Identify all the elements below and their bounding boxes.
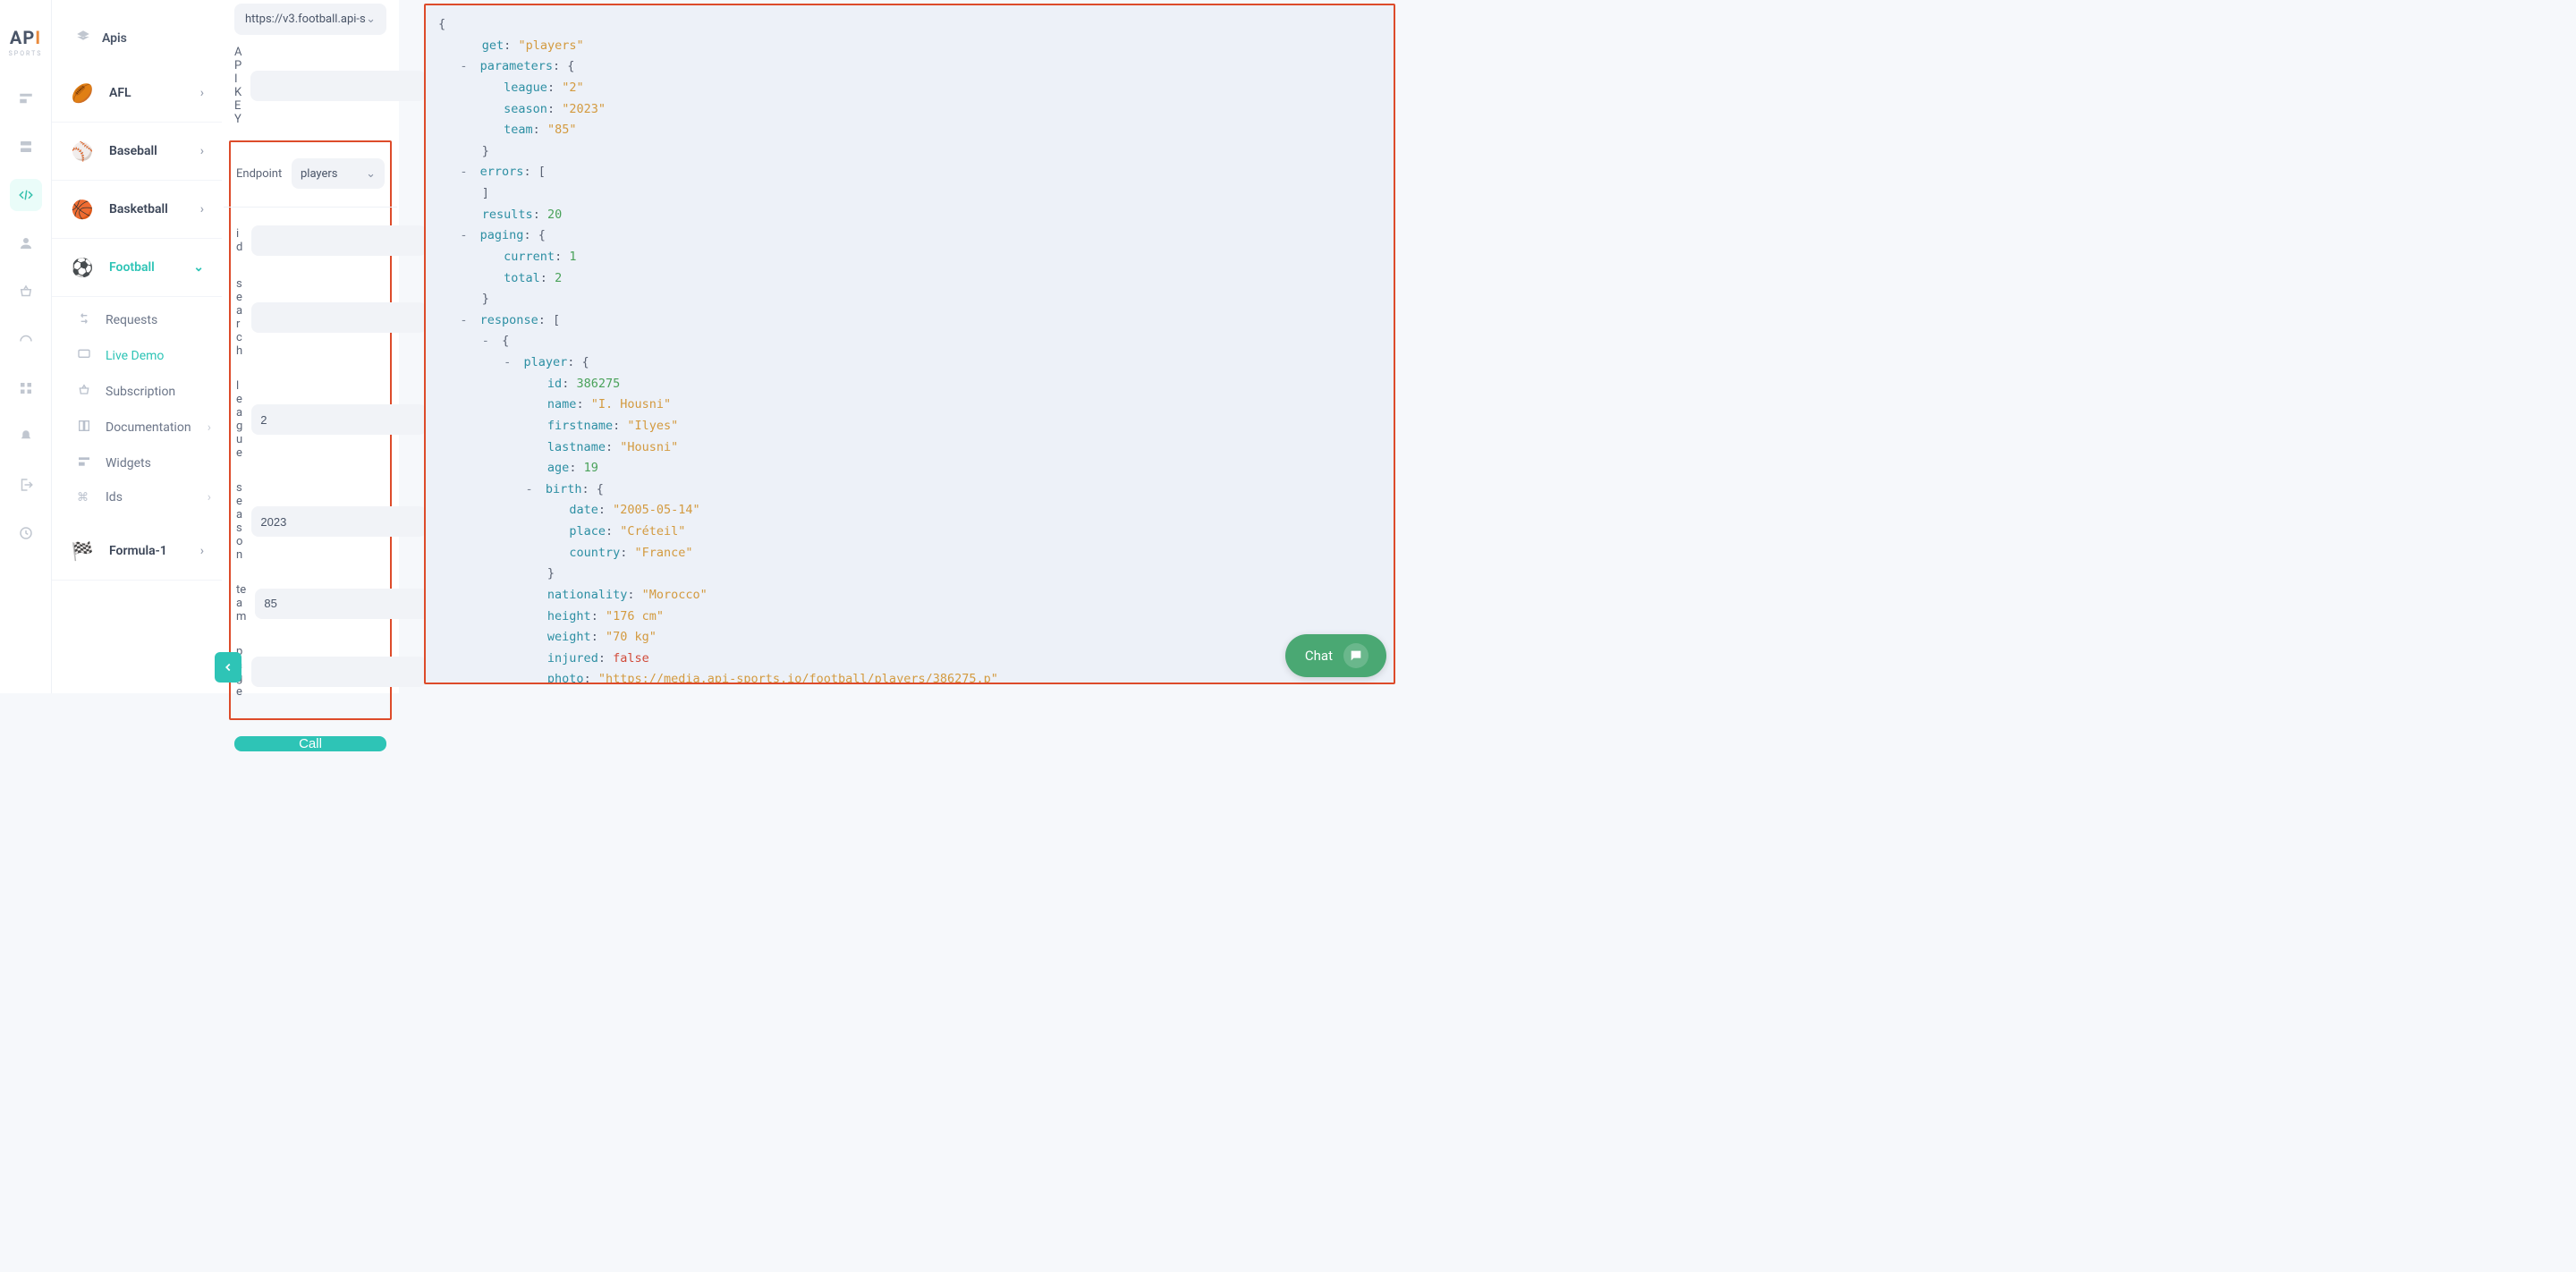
sidebar-subitem-label: Widgets: [106, 456, 151, 471]
layers-icon: [75, 29, 91, 48]
sidebar-subitem-subscription[interactable]: Subscription: [52, 374, 222, 410]
sport-emoji-icon: 🏁: [70, 538, 95, 564]
sport-emoji-icon: 🏀: [70, 197, 95, 222]
subitem-icon: [77, 383, 93, 401]
sidebar-item-label: Baseball: [109, 144, 157, 158]
chevron-right-icon: ›: [208, 420, 211, 435]
brand-logo: API SPORTS: [9, 27, 43, 57]
sidebar-subitem-label: Ids: [106, 490, 123, 505]
chevron-down-icon: ⌄: [366, 13, 376, 26]
sidebar-subitem-widgets[interactable]: Widgets: [52, 445, 222, 481]
sidebar-collapse-button[interactable]: [215, 652, 242, 683]
sidebar-item-label: Formula-1: [109, 544, 167, 558]
subitem-icon: [77, 419, 93, 437]
response-panel: { get: "players" - parameters: { league:…: [399, 0, 1404, 693]
sport-emoji-icon: 🏉: [70, 81, 95, 106]
dashboard-icon[interactable]: [10, 82, 42, 114]
history-icon[interactable]: [10, 517, 42, 549]
chat-bubble-icon: [1343, 643, 1368, 668]
subitem-icon: [77, 454, 93, 472]
api-key-label: API KEY: [234, 46, 242, 126]
apps-icon[interactable]: [10, 372, 42, 404]
params-highlight-box: Endpoint players ⌄ id search league season t…: [229, 140, 392, 720]
field-label-league: league: [236, 379, 242, 460]
server-icon[interactable]: [10, 131, 42, 163]
sidebar-item-afl[interactable]: 🏉 AFL ›: [52, 64, 222, 123]
base-url-select[interactable]: https://v3.football.api-sports.io ⌄: [234, 4, 386, 35]
sidebar-subitem-label: Subscription: [106, 385, 175, 399]
chevron-right-icon: ›: [200, 202, 204, 216]
chevron-right-icon: ›: [200, 86, 204, 100]
sport-emoji-icon: ⚽: [70, 255, 95, 280]
sidebar: Apis 🏉 AFL › ⚾ Baseball › 🏀 Basketball › ⚽ Footbal…: [52, 0, 222, 693]
sidebar-item-baseball[interactable]: ⚾ Baseball ›: [52, 123, 222, 181]
sidebar-item-label: Football: [109, 260, 155, 275]
sidebar-subitem-documentation[interactable]: Documentation ›: [52, 410, 222, 445]
subitem-icon: [77, 347, 93, 365]
chevron-down-icon: ⌄: [193, 260, 204, 275]
sidebar-item-formula-1[interactable]: 🏁 Formula-1 ›: [52, 522, 222, 581]
field-label-season: season: [236, 481, 242, 562]
endpoint-label: Endpoint: [236, 167, 283, 181]
apis-heading: Apis: [52, 21, 222, 64]
sidebar-subitem-label: Documentation: [106, 420, 191, 435]
code-icon[interactable]: [10, 179, 42, 211]
sidebar-item-basketball[interactable]: 🏀 Basketball ›: [52, 181, 222, 239]
subitem-icon: ⌘: [77, 490, 93, 505]
sport-emoji-icon: ⚾: [70, 139, 95, 164]
endpoint-select[interactable]: players ⌄: [292, 158, 385, 189]
sidebar-subitem-requests[interactable]: Requests: [52, 302, 222, 338]
call-button[interactable]: Call: [234, 736, 386, 751]
field-label-search: search: [236, 277, 242, 358]
chevron-right-icon: ›: [208, 490, 211, 505]
subitem-icon: [77, 311, 93, 329]
sidebar-item-label: Basketball: [109, 202, 168, 216]
gauge-icon[interactable]: [10, 324, 42, 356]
icon-rail: API SPORTS: [0, 0, 52, 693]
sidebar-item-label: AFL: [109, 86, 131, 100]
chevron-right-icon: ›: [200, 544, 204, 558]
field-label-team: team: [236, 583, 246, 623]
sidebar-subitem-label: Requests: [106, 313, 157, 327]
sidebar-subitem-label: Live Demo: [106, 349, 164, 363]
bell-icon[interactable]: [10, 420, 42, 453]
logout-icon[interactable]: [10, 469, 42, 501]
user-icon[interactable]: [10, 227, 42, 259]
sidebar-subitem-live-demo[interactable]: Live Demo: [52, 338, 222, 374]
basket-icon[interactable]: [10, 276, 42, 308]
chevron-down-icon: ⌄: [366, 167, 376, 181]
chevron-right-icon: ›: [200, 144, 204, 158]
field-label-id: id: [236, 227, 242, 254]
chat-widget[interactable]: Chat: [1285, 634, 1386, 677]
sidebar-subitem-ids[interactable]: ⌘ Ids ›: [52, 481, 222, 513]
sidebar-item-football[interactable]: ⚽ Football ⌄: [52, 239, 222, 297]
json-response-view[interactable]: { get: "players" - parameters: { league:…: [424, 4, 1395, 684]
request-form-panel: https://v3.football.api-sports.io ⌄ API …: [222, 0, 399, 693]
